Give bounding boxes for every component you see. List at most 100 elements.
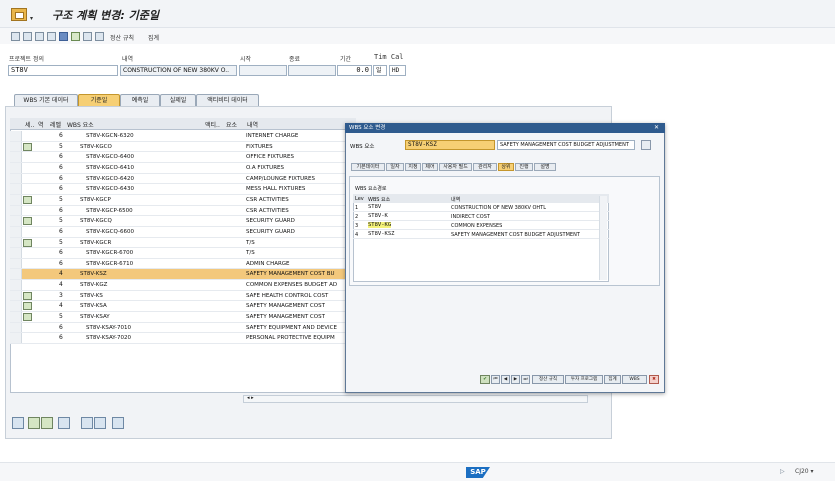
- tab-activity-data[interactable]: 액티비티 데이터: [196, 94, 259, 106]
- confirm-button[interactable]: ✔: [480, 375, 490, 384]
- tab-basic-dates[interactable]: 기준일: [78, 94, 120, 106]
- create-icon[interactable]: [11, 32, 20, 41]
- col-desc[interactable]: 내역: [247, 120, 258, 129]
- menu-arrow-icon[interactable]: ▾: [30, 15, 33, 22]
- element-icon[interactable]: [23, 142, 32, 151]
- table-row[interactable]: 6 ST8V-KGCO-6430 MESS HALL FIXTURES: [10, 184, 356, 195]
- total-dialog-button[interactable]: 집계: [604, 375, 621, 384]
- table-row[interactable]: 4 ST8V-KSZ SAFETY MANAGEMENT COST BU: [10, 269, 356, 281]
- element-icon[interactable]: [23, 291, 32, 300]
- path-table-row[interactable]: 2 ST8V-K INDIRECT COST: [353, 212, 609, 221]
- table-row[interactable]: 5 ST8V-KGCO FIXTURES: [10, 141, 356, 153]
- col-2[interactable]: 역: [38, 120, 44, 129]
- dialog-tab[interactable]: 사용자 필드: [439, 163, 472, 171]
- next-icon[interactable]: ▶: [511, 375, 520, 384]
- table-row[interactable]: 6 ST8V-KGCR-6710 ADMIN CHARGE: [10, 258, 356, 270]
- row-selector[interactable]: [10, 141, 22, 152]
- zoom-icon[interactable]: [12, 417, 24, 429]
- dialog-wbs-field[interactable]: ST8V-KSZ: [405, 140, 495, 150]
- menu-icon[interactable]: [11, 8, 27, 21]
- prev-icon[interactable]: ◀: [501, 375, 510, 384]
- play-icon[interactable]: ▷: [780, 468, 785, 475]
- delete-icon[interactable]: [35, 32, 44, 41]
- detail-icon[interactable]: [58, 417, 70, 429]
- close-icon[interactable]: ✕: [654, 124, 659, 131]
- dialog-tab[interactable]: 기본데이터: [351, 163, 385, 171]
- row-selector[interactable]: [10, 184, 22, 194]
- table-row[interactable]: 5 ST8V-KGCP CSR ACTIVITIES: [10, 194, 356, 206]
- settle-rule-button[interactable]: 정산 규칙: [110, 33, 134, 42]
- vertical-scrollbar[interactable]: [599, 196, 607, 280]
- info-row-icon[interactable]: [94, 417, 106, 429]
- element-icon[interactable]: [23, 238, 32, 247]
- dialog-tab[interactable]: 제어: [422, 163, 438, 171]
- horizontal-scrollbar[interactable]: [243, 395, 588, 403]
- dialog-tab[interactable]: 지정: [405, 163, 421, 171]
- scroll-left-right-icon[interactable]: ◂ ▸: [247, 395, 254, 401]
- table-icon[interactable]: [83, 32, 92, 41]
- wbs-dialog-button[interactable]: WBS: [622, 375, 647, 384]
- dialog-tab[interactable]: 진행: [515, 163, 533, 171]
- col-element[interactable]: 요소: [226, 120, 237, 129]
- tab-forecast-dates[interactable]: 예측일: [120, 94, 160, 106]
- row-selector[interactable]: [10, 322, 22, 333]
- row-selector[interactable]: [10, 131, 22, 141]
- table-row[interactable]: 6 ST8V-KGCO-6420 CAMP/LOUNGE FIXTURES: [10, 173, 356, 185]
- table-row[interactable]: 4 ST8V-KSA SAFETY MANAGEMENT COST: [10, 301, 356, 313]
- row-selector[interactable]: [10, 205, 22, 216]
- path-table-row[interactable]: 1 ST8V CONSTRUCTION OF NEW 380KV OHTL: [353, 203, 609, 212]
- row-selector[interactable]: [10, 258, 22, 269]
- dialog-tab[interactable]: 설명: [534, 163, 556, 171]
- row-selector[interactable]: [10, 290, 22, 301]
- row-selector[interactable]: [10, 269, 22, 280]
- first-icon[interactable]: ⏮: [491, 375, 500, 384]
- table-row[interactable]: 6 ST8V-KGCQ-6600 SECURITY GUARD: [10, 226, 356, 238]
- period-unit-field[interactable]: 일: [373, 65, 387, 76]
- row-selector[interactable]: [10, 216, 22, 226]
- start-field[interactable]: [239, 65, 287, 76]
- table-row[interactable]: 3 ST8V-KS SAFE HEALTH CONTROL COST: [10, 290, 356, 302]
- row-selector[interactable]: [10, 173, 22, 184]
- element-icon[interactable]: [23, 302, 32, 311]
- hierarchy-icon[interactable]: [71, 32, 80, 41]
- info-icon[interactable]: [59, 32, 68, 41]
- dialog-tab[interactable]: 관리자: [473, 163, 497, 171]
- tab-wbs-basic[interactable]: WBS 기본 데이터: [14, 94, 78, 106]
- row-selector[interactable]: [10, 333, 22, 344]
- project-def-field[interactable]: ST8V: [8, 65, 118, 76]
- element-icon[interactable]: [23, 313, 32, 322]
- table-row[interactable]: 6 ST8V-KGCN-6320 INTERNET CHARGE: [10, 131, 356, 142]
- table-row[interactable]: 6 ST8V-KGCO-6400 OFFICE FIXTURES: [10, 152, 356, 163]
- row-selector[interactable]: [10, 194, 22, 205]
- row-selector[interactable]: [10, 226, 22, 237]
- end-field[interactable]: [288, 65, 336, 76]
- table-row[interactable]: 6 ST8V-KSAY-7020 PERSONAL PROTECTIVE EQUIP…: [10, 333, 356, 345]
- detail-button-icon[interactable]: [641, 140, 651, 150]
- row-selector[interactable]: [10, 280, 22, 290]
- col-activity[interactable]: 액티..: [205, 120, 220, 129]
- settle-rule-dialog-button[interactable]: 정산 규칙: [532, 375, 564, 384]
- path-table-row[interactable]: 3 ST8V-KG COMMON EXPENSES: [353, 221, 609, 230]
- row-selector[interactable]: [10, 312, 22, 322]
- copy-icon[interactable]: [23, 32, 32, 41]
- timecal-field[interactable]: HD: [389, 65, 406, 76]
- period-field[interactable]: 0.0: [337, 65, 372, 76]
- dialog-tab[interactable]: 상위: [498, 163, 514, 171]
- element-icon[interactable]: [23, 217, 32, 226]
- cancel-button[interactable]: ✖: [649, 375, 659, 384]
- table-row[interactable]: 6 ST8V-KGCR-6700 T/S: [10, 248, 356, 259]
- invest-program-button[interactable]: 투자 프로그램: [565, 375, 603, 384]
- total-button[interactable]: 집계: [148, 33, 159, 42]
- row-selector[interactable]: [10, 301, 22, 312]
- col-wbs[interactable]: WBS 요소: [67, 120, 94, 129]
- table-row[interactable]: 5 ST8V-KSAY SAFETY MANAGEMENT COST: [10, 312, 356, 323]
- tcode-label[interactable]: CJ20 ▾: [795, 468, 814, 475]
- row-selector[interactable]: [10, 248, 22, 258]
- table-row[interactable]: 5 ST8V-KGCQ SECURITY GUARD: [10, 216, 356, 227]
- col-sel[interactable]: 세..: [25, 120, 34, 129]
- tab-actual-dates[interactable]: 실제일: [160, 94, 196, 106]
- trash-icon[interactable]: [112, 417, 124, 429]
- layout-icon[interactable]: [95, 32, 104, 41]
- table-row[interactable]: 6 ST8V-KGCO-6410 O.A FIXTURES: [10, 162, 356, 174]
- table-row[interactable]: 5 ST8V-KGCR T/S: [10, 237, 356, 249]
